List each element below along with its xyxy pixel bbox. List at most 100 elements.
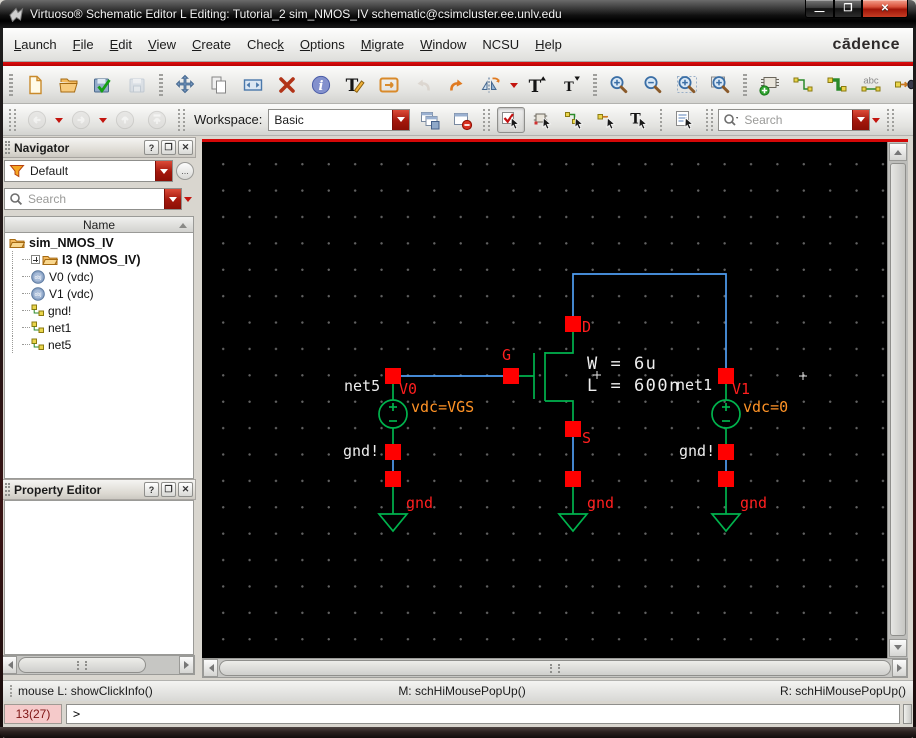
nav-back-dropdown-arrow[interactable] xyxy=(53,107,65,133)
navigator-search-combo[interactable]: Search xyxy=(4,188,182,210)
select-all-button[interactable] xyxy=(497,106,526,133)
toolbar-grip[interactable] xyxy=(706,108,714,131)
command-scroll-handle[interactable] xyxy=(903,704,912,724)
nav-back-button[interactable] xyxy=(23,107,51,133)
zoom-in-button[interactable] xyxy=(604,70,634,100)
scroll-left-arrow[interactable] xyxy=(203,659,218,677)
menu-options[interactable]: Options xyxy=(292,33,353,56)
text-smaller-button[interactable]: T xyxy=(556,70,586,100)
scroll-left-arrow[interactable] xyxy=(2,656,17,674)
scroll-thumb[interactable] xyxy=(18,657,146,673)
menu-help[interactable]: Help xyxy=(527,33,570,56)
schematic-label[interactable]: S xyxy=(582,429,591,447)
save-button[interactable] xyxy=(122,70,152,100)
descend-edit-button[interactable] xyxy=(374,70,404,100)
minimize-button[interactable]: — xyxy=(805,0,834,18)
zoom-out-button[interactable] xyxy=(638,70,668,100)
toolbar-grip[interactable] xyxy=(593,73,597,96)
search-dropdown-button[interactable] xyxy=(852,109,870,130)
navigator-filter-combo[interactable]: Default xyxy=(4,160,173,182)
navigator-search-options-arrow[interactable] xyxy=(182,186,194,212)
copy-button[interactable] xyxy=(204,70,234,100)
menu-migrate[interactable]: Migrate xyxy=(353,33,412,56)
menu-launch[interactable]: Launch xyxy=(6,33,65,56)
navigator-header[interactable]: Navigator ? ❐ ✕ xyxy=(2,137,196,158)
filter-more-button[interactable]: ... xyxy=(176,162,194,180)
workspace-dropdown-button[interactable] xyxy=(392,109,410,130)
tree-item-i3-nmos-iv-[interactable]: I3 (NMOS_IV) xyxy=(5,251,193,268)
tree-item-v1-vdc-[interactable]: obj V1 (vdc) xyxy=(5,285,193,302)
schematic-label[interactable]: vdc=VGS xyxy=(411,398,474,416)
toolbar-grip[interactable] xyxy=(178,108,185,131)
text-bigger-button[interactable]: T xyxy=(522,70,552,100)
toolbar-grip[interactable] xyxy=(159,73,163,96)
pin-square[interactable] xyxy=(565,316,581,332)
schematic-label[interactable]: gnd! xyxy=(679,442,715,460)
pin-square[interactable] xyxy=(385,444,401,460)
navigator-float-button[interactable]: ❐ xyxy=(161,140,176,155)
scroll-right-arrow[interactable] xyxy=(892,659,907,677)
schematic-label[interactable]: V0 xyxy=(399,380,417,398)
menu-file[interactable]: File xyxy=(65,33,102,56)
schematic-label[interactable]: gnd xyxy=(740,494,767,512)
toolbar-search-combo[interactable]: Search xyxy=(718,108,871,131)
menu-ncsu[interactable]: NCSU xyxy=(474,33,527,56)
tree-expander-icon[interactable] xyxy=(31,255,40,264)
nav-forward-dropdown-arrow[interactable] xyxy=(97,107,109,133)
zoom-fit-button[interactable] xyxy=(672,70,702,100)
object-info-button[interactable]: i xyxy=(306,70,336,100)
rotate-mirror-button[interactable] xyxy=(476,70,506,100)
schematic-label[interactable]: L = 600n xyxy=(587,376,681,396)
select-wire-button[interactable] xyxy=(561,107,589,133)
workspace-save-button[interactable] xyxy=(416,107,444,133)
filter-dropdown-button[interactable] xyxy=(155,161,172,181)
scroll-down-arrow[interactable] xyxy=(889,639,907,657)
device-segment[interactable] xyxy=(710,513,742,533)
property-editor-help-button[interactable]: ? xyxy=(144,482,159,497)
toolbar-grip[interactable] xyxy=(743,73,747,96)
pin-square[interactable] xyxy=(503,368,519,384)
delete-button[interactable] xyxy=(272,70,302,100)
schematic-label[interactable]: gnd xyxy=(587,494,614,512)
navigator-horizontal-scrollbar[interactable] xyxy=(1,655,195,675)
device-segment[interactable] xyxy=(377,513,409,533)
tree-item-v0-vdc-[interactable]: obj V0 (vdc) xyxy=(5,268,193,285)
toolbar-grip[interactable] xyxy=(483,108,491,131)
undo-button[interactable] xyxy=(408,70,438,100)
tree-item-sim-nmos-iv[interactable]: sim_NMOS_IV xyxy=(5,234,193,251)
schematic-label[interactable]: W = 6u xyxy=(587,354,657,374)
move-button[interactable] xyxy=(170,70,200,100)
nav-up-button[interactable] xyxy=(111,107,139,133)
scroll-thumb[interactable] xyxy=(219,660,891,676)
toolbar-grip[interactable] xyxy=(887,108,895,131)
schematic-label[interactable]: G xyxy=(502,346,511,364)
tree-column-header-name[interactable]: Name xyxy=(4,216,194,233)
pin-square[interactable] xyxy=(565,421,581,437)
navigator-close-button[interactable]: ✕ xyxy=(178,140,193,155)
search-options-arrow[interactable] xyxy=(870,107,882,133)
check-and-save-button[interactable] xyxy=(88,70,118,100)
close-button[interactable]: ✕ xyxy=(862,0,908,18)
panel-drag-grip[interactable] xyxy=(5,141,10,154)
edit-properties-button[interactable]: T xyxy=(340,70,370,100)
tree-item-gnd-[interactable]: gnd! xyxy=(5,302,193,319)
stretch-button[interactable] xyxy=(238,70,268,100)
filter-edit-button[interactable] xyxy=(671,107,699,133)
schematic-label[interactable]: gnd xyxy=(406,494,433,512)
toolbar-grip[interactable] xyxy=(9,108,16,131)
pin-square[interactable] xyxy=(718,444,734,460)
create-wire-button[interactable] xyxy=(788,70,818,100)
workspace-revert-button[interactable] xyxy=(448,107,476,133)
nav-top-button[interactable] xyxy=(143,107,171,133)
scroll-thumb[interactable] xyxy=(890,163,906,636)
schematic-label[interactable]: net5 xyxy=(344,377,380,395)
pin-square[interactable] xyxy=(565,471,581,487)
property-editor-header[interactable]: Property Editor ? ❐ ✕ xyxy=(2,479,196,500)
navigator-help-button[interactable]: ? xyxy=(144,140,159,155)
tree-item-net5[interactable]: net5 xyxy=(5,336,193,353)
create-wire-name-button[interactable]: abc xyxy=(856,70,886,100)
schematic-label[interactable]: gnd! xyxy=(343,442,379,460)
schematic-label[interactable]: V1 xyxy=(732,380,750,398)
canvas-horizontal-scrollbar[interactable] xyxy=(202,658,908,678)
redo-button[interactable] xyxy=(442,70,472,100)
